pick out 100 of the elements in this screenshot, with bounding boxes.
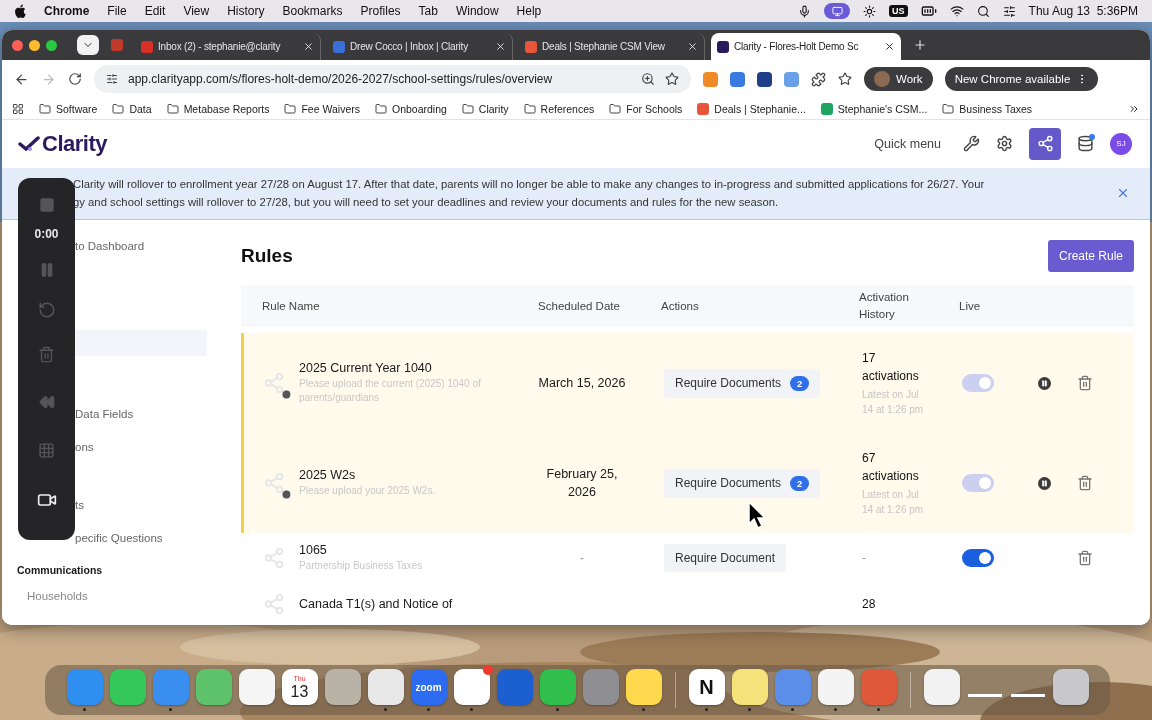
sidebar-item[interactable]: ts <box>2 497 219 513</box>
live-toggle[interactable] <box>962 549 994 567</box>
window-zoom-button[interactable] <box>46 39 57 51</box>
app-icon[interactable] <box>453 669 490 705</box>
new-tab-icon[interactable] <box>913 38 927 52</box>
app-icon[interactable] <box>625 669 662 705</box>
folder-icon <box>942 102 955 115</box>
update-button[interactable]: New Chrome available <box>944 67 1099 91</box>
app-icon[interactable] <box>1052 669 1089 705</box>
bookmark[interactable]: For Schools <box>609 102 683 115</box>
back-icon[interactable] <box>14 71 29 87</box>
quick-menu-button[interactable]: Quick menu <box>874 136 941 151</box>
share-button[interactable] <box>1029 127 1061 160</box>
app-icon[interactable] <box>817 669 854 705</box>
menu-item[interactable]: Bookmarks <box>282 4 343 18</box>
app-icon[interactable] <box>539 669 576 705</box>
bookmark[interactable]: Deals | Stephanie... <box>697 102 806 115</box>
settings-icon[interactable] <box>996 135 1013 153</box>
screen-record-icon[interactable] <box>824 3 851 19</box>
address-bar[interactable]: app.clarityapp.com/s/flores-holt-demo/2026-2027/school-settings/rules/overview <box>94 65 691 93</box>
trash-icon <box>1077 375 1093 391</box>
star-icon[interactable] <box>838 72 852 86</box>
delete-button[interactable] <box>1077 550 1093 566</box>
count-badge: 2 <box>790 375 810 391</box>
sidebar-item[interactable]: Data Fields <box>2 406 219 422</box>
folder-icon <box>166 102 179 115</box>
close-icon[interactable] <box>687 41 698 52</box>
tools-icon[interactable] <box>963 135 980 153</box>
bookmark[interactable]: Data <box>112 102 152 115</box>
bookmark[interactable]: Business Taxes <box>942 102 1033 115</box>
battery-icon[interactable] <box>920 3 937 19</box>
zoom-icon[interactable] <box>641 72 655 86</box>
bookmark[interactable]: Metabase Reports <box>166 102 270 115</box>
bookmark[interactable]: Fee Waivers <box>284 102 360 115</box>
app-icon[interactable] <box>324 669 361 705</box>
menu-item[interactable]: Tab <box>418 4 438 18</box>
sidebar-item[interactable]: to Dashboard <box>2 238 219 254</box>
column-header: Actions <box>660 298 699 314</box>
bookmark[interactable]: References <box>523 102 595 115</box>
menu-item[interactable]: Edit <box>144 4 166 18</box>
window-minimize-button[interactable] <box>29 39 40 51</box>
sidebar-item[interactable]: Households <box>2 588 219 604</box>
folder-icon <box>461 102 474 115</box>
sun-icon[interactable] <box>863 4 877 18</box>
app-icon[interactable]: zoom <box>410 669 447 705</box>
apple-logo-icon[interactable] <box>14 4 26 18</box>
extensions-icon[interactable] <box>811 71 826 87</box>
search-icon[interactable] <box>976 4 990 18</box>
reload-icon[interactable] <box>68 72 82 86</box>
restart-icon[interactable] <box>37 301 56 319</box>
bookmark[interactable]: Onboarding <box>374 102 447 115</box>
pause-button[interactable] <box>1038 476 1051 490</box>
site-settings-icon[interactable] <box>106 73 118 85</box>
app-icon[interactable] <box>238 669 275 705</box>
menu-item[interactable]: Help <box>516 4 542 18</box>
menu-item[interactable]: View <box>183 4 210 18</box>
tab-search-button[interactable] <box>77 35 99 55</box>
live-toggle[interactable] <box>962 374 994 392</box>
close-icon[interactable] <box>884 41 895 52</box>
close-icon[interactable] <box>303 41 314 52</box>
notification-badge <box>482 665 493 675</box>
logo[interactable]: Clarity <box>42 130 107 157</box>
action-chip[interactable]: Require Documents 2 <box>664 468 821 498</box>
action-chip[interactable]: Require Documents 2 <box>664 368 821 398</box>
extension-icon[interactable] <box>757 71 772 87</box>
delete-button[interactable] <box>1077 475 1093 491</box>
control-center-icon[interactable] <box>1002 4 1016 18</box>
menu-item[interactable]: Profiles <box>360 4 401 18</box>
extension-icon[interactable] <box>730 71 745 87</box>
bookmark[interactable]: Clarity <box>461 102 509 115</box>
app-icon[interactable] <box>923 669 960 705</box>
close-icon[interactable] <box>495 41 506 52</box>
menu-item[interactable]: History <box>227 4 265 18</box>
bookmark[interactable]: Stephanie's CSM... <box>820 102 928 115</box>
menu-app-name[interactable]: Chrome <box>44 4 90 18</box>
profile-button[interactable]: Work <box>864 67 933 91</box>
sidebar-item[interactable]: pecific Questions <box>2 530 219 546</box>
mic-icon[interactable] <box>798 4 812 18</box>
app-icon[interactable] <box>367 669 404 705</box>
menu-clock[interactable]: Thu Aug 13 5:36PM <box>1028 4 1138 18</box>
app-icon[interactable] <box>731 669 768 705</box>
keyboard-input-indicator[interactable]: US <box>889 5 908 17</box>
trash-icon <box>1077 475 1093 491</box>
pause-button[interactable] <box>1038 376 1051 390</box>
delete-button[interactable] <box>1077 375 1093 391</box>
menu-item[interactable]: File <box>107 4 127 18</box>
bookmark-star-icon[interactable] <box>665 72 679 86</box>
create-rule-button[interactable]: Create Rule <box>1047 239 1134 272</box>
browser-tab[interactable]: Clarity - Flores-Holt Demo Sc <box>711 33 901 60</box>
wifi-icon[interactable] <box>949 4 964 18</box>
bookmark[interactable]: Software <box>39 102 98 115</box>
database-icon[interactable] <box>1077 135 1094 153</box>
action-chip[interactable]: Require Document <box>664 544 787 572</box>
window-close-button[interactable] <box>12 39 23 51</box>
apps-icon[interactable] <box>12 102 24 115</box>
user-avatar[interactable]: SJ <box>1110 132 1132 155</box>
menu-item[interactable]: Window <box>455 4 499 18</box>
live-toggle[interactable] <box>962 474 994 492</box>
app-icon[interactable]: N <box>688 669 725 705</box>
sidebar-item[interactable]: ons <box>2 439 219 455</box>
